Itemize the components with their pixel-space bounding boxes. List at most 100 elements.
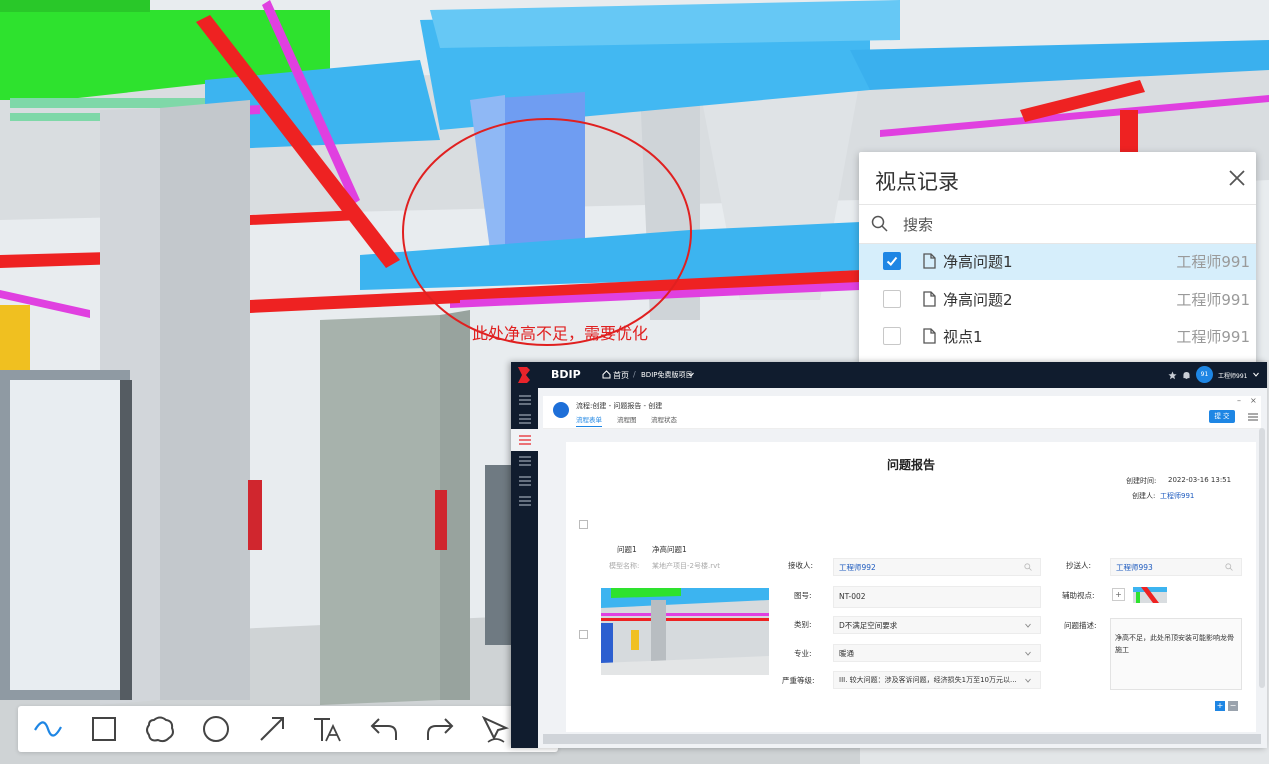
search-icon[interactable] — [1024, 563, 1032, 571]
bell-icon[interactable] — [1182, 371, 1191, 380]
annotation-text: 此处净高不足，需要优化 — [472, 324, 649, 343]
description-value: 净高不足，此处吊顶安装可能影响龙骨施工 — [1115, 634, 1234, 654]
creator-label: 创建人: — [1132, 492, 1156, 500]
tab-form[interactable]: 流程表单 — [576, 414, 602, 427]
breadcrumb-separator: / — [633, 370, 636, 379]
redo-icon[interactable] — [424, 714, 456, 744]
created-time-label: 创建时间: — [1126, 477, 1157, 485]
add-viewpoint-button[interactable]: + — [1112, 588, 1125, 601]
aux-viewpoint-thumbnail[interactable] — [1133, 587, 1167, 603]
minimize-button[interactable]: – — [1237, 396, 1241, 405]
row-checkbox[interactable] — [579, 520, 588, 529]
menu-list-icon[interactable] — [519, 476, 531, 486]
issue-number: 问题1 — [617, 545, 637, 554]
viewpoint-thumbnail[interactable] — [601, 588, 769, 675]
list-view-icon[interactable] — [1248, 413, 1258, 421]
cloud-icon[interactable] — [144, 714, 176, 744]
viewpoint-name: 视点1 — [943, 328, 983, 346]
breadcrumb-home[interactable]: 首页 — [613, 370, 629, 381]
bdip-app-window: BDIP 首页 / BDIP免费版项目 91 工程师991 流程:创建 - 问题… — [511, 362, 1267, 748]
breadcrumb-project[interactable]: BDIP免费版项目 — [641, 370, 692, 380]
menu-list-icon[interactable] — [519, 456, 531, 466]
app-header: BDIP 首页 / BDIP免费版项目 91 工程师991 — [511, 362, 1267, 388]
viewpoint-name: 净高问题2 — [943, 291, 1013, 309]
remove-row-button[interactable]: − — [1228, 701, 1238, 711]
cc-label: 抄送人: — [1066, 561, 1092, 570]
viewpoint-search-input[interactable]: 搜索 — [859, 204, 1256, 244]
menu-list-icon[interactable] — [519, 496, 531, 506]
star-icon[interactable] — [1168, 371, 1177, 380]
pen-icon[interactable] — [480, 714, 512, 744]
viewpoint-list-item[interactable]: 净高问题1 工程师991 — [859, 244, 1256, 280]
menu-list-icon[interactable] — [519, 435, 531, 445]
issue-report-form: 问题报告 创建时间: 2022-03-16 13:51 创建人: 工程师991 … — [566, 442, 1256, 732]
text-icon[interactable] — [312, 714, 344, 744]
file-icon — [923, 291, 936, 307]
created-time: 2022-03-16 13:51 — [1168, 476, 1232, 484]
horizontal-scrollbar[interactable] — [543, 734, 1261, 744]
add-row-button[interactable]: + — [1215, 701, 1225, 711]
curve-icon[interactable] — [32, 714, 64, 744]
description-label: 问题描述: — [1064, 621, 1097, 630]
home-icon[interactable] — [602, 370, 611, 379]
category-label: 类别: — [794, 620, 812, 629]
check-icon — [886, 256, 898, 266]
discipline-label: 专业: — [794, 649, 812, 658]
tab-flowchart[interactable]: 流程图 — [617, 414, 637, 424]
severity-value: III. 较大问题：涉及客诉问题，经济损失1万至10万元以... — [839, 676, 1017, 684]
viewpoint-checkbox[interactable] — [883, 252, 901, 270]
cc-field[interactable]: 工程师993 — [1110, 558, 1242, 576]
undo-icon[interactable] — [368, 714, 400, 744]
close-button[interactable]: × — [1250, 396, 1257, 405]
drawing-field[interactable]: NT-002 — [833, 586, 1041, 608]
issue-name: 净高问题1 — [652, 545, 687, 554]
category-select[interactable]: D不满足空间要求 — [833, 616, 1041, 634]
viewpoint-panel-title: 视点记录 — [875, 170, 959, 194]
model-value: 某地产项目-2号楼.rvt — [652, 562, 720, 570]
avatar[interactable]: 91 — [1196, 366, 1213, 383]
viewpoint-list-item[interactable]: 视点1 工程师991 — [859, 319, 1256, 355]
rectangle-icon[interactable] — [88, 714, 120, 744]
aux-view-label: 辅助视点: — [1062, 591, 1095, 600]
viewpoint-checkbox[interactable] — [883, 327, 901, 345]
chevron-down-icon[interactable] — [688, 372, 694, 377]
viewpoint-name: 净高问题1 — [943, 253, 1013, 271]
viewpoint-list-item[interactable]: 净高问题2 工程师991 — [859, 282, 1256, 318]
cc-value: 工程师993 — [1116, 563, 1153, 572]
menu-list-icon[interactable] — [519, 395, 531, 405]
chevron-down-icon[interactable] — [1025, 651, 1031, 656]
circle-icon[interactable] — [200, 714, 232, 744]
file-icon — [923, 253, 936, 269]
receiver-field[interactable]: 工程师992 — [833, 558, 1041, 576]
workflow-title: 流程:创建 - 问题报告 - 创建 — [576, 402, 663, 410]
workflow-icon — [553, 402, 569, 418]
submit-button[interactable]: 提 交 — [1209, 410, 1235, 423]
severity-select[interactable]: III. 较大问题：涉及客诉问题，经济损失1万至10万元以... — [833, 671, 1041, 689]
drawing-label: 图号: — [794, 591, 812, 600]
chevron-down-icon[interactable] — [1025, 678, 1031, 683]
search-icon[interactable] — [1225, 563, 1233, 571]
close-icon[interactable] — [1227, 168, 1247, 188]
chevron-down-icon[interactable] — [1253, 372, 1259, 377]
chevron-down-icon[interactable] — [1025, 623, 1031, 628]
discipline-select[interactable]: 暖通 — [833, 644, 1041, 662]
arrow-icon[interactable] — [256, 714, 288, 744]
creator: 工程师991 — [1160, 492, 1195, 500]
model-label: 模型名称: — [609, 562, 640, 570]
search-placeholder: 搜索 — [903, 216, 934, 234]
vertical-scrollbar[interactable] — [1259, 428, 1265, 688]
category-value: D不满足空间要求 — [839, 621, 898, 630]
drawing-value: NT-002 — [839, 592, 866, 601]
discipline-value: 暖通 — [839, 649, 854, 658]
tab-status[interactable]: 流程状态 — [651, 414, 677, 424]
markup-toolbar — [18, 706, 558, 752]
user-name[interactable]: 工程师991 — [1218, 371, 1247, 380]
viewpoint-panel: 视点记录 搜索 净高问题1 工程师991 净高问题2 工程师991 视点1 工程… — [859, 152, 1256, 364]
description-textarea[interactable]: 净高不足，此处吊顶安装可能影响龙骨施工 — [1110, 618, 1242, 690]
app-brand: BDIP — [551, 368, 581, 381]
form-title: 问题报告 — [886, 458, 935, 472]
menu-list-icon[interactable] — [519, 414, 531, 424]
viewpoint-checkbox[interactable] — [883, 290, 901, 308]
row-checkbox[interactable] — [579, 630, 588, 639]
severity-label: 严重等级: — [782, 676, 815, 685]
